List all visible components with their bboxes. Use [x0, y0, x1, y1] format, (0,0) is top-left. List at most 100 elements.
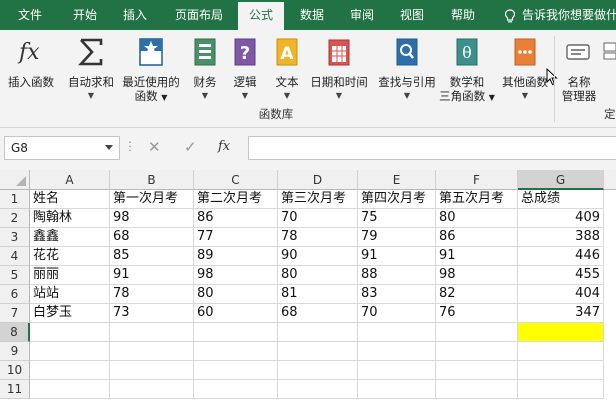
tab-page-layout[interactable]: 页面布局 [162, 0, 236, 30]
column-header-b[interactable]: B [110, 170, 194, 190]
financial-button[interactable]: 财务 ▼ [184, 35, 226, 107]
table-cell[interactable]: 455 [518, 266, 604, 285]
empty-cell[interactable] [358, 361, 436, 380]
empty-cell[interactable] [436, 380, 518, 399]
empty-cell[interactable] [358, 380, 436, 399]
tab-data[interactable]: 数据 [288, 0, 336, 30]
table-cell[interactable]: 85 [110, 247, 194, 266]
empty-cell[interactable] [110, 380, 194, 399]
table-cell[interactable]: 88 [358, 266, 436, 285]
table-cell[interactable]: 80 [278, 266, 358, 285]
table-cell[interactable]: 76 [436, 304, 518, 323]
tab-file[interactable]: 文件 [0, 0, 60, 30]
row-header-1[interactable]: 1 [0, 190, 30, 209]
table-cell[interactable]: 446 [518, 247, 604, 266]
table-cell[interactable]: 77 [194, 228, 278, 247]
table-cell[interactable]: 70 [278, 209, 358, 228]
table-cell[interactable]: 陶翰林 [30, 209, 110, 228]
table-cell[interactable]: 78 [278, 228, 358, 247]
empty-cell[interactable] [194, 342, 278, 361]
column-header-h[interactable] [604, 170, 616, 190]
column-header-a[interactable]: A [30, 170, 110, 190]
table-cell[interactable]: 68 [278, 304, 358, 323]
formula-input[interactable] [248, 136, 616, 160]
empty-cell[interactable] [110, 323, 194, 342]
table-cell[interactable]: 第五次月考 [436, 190, 518, 209]
table-cell[interactable]: 86 [194, 209, 278, 228]
table-cell[interactable]: 花花 [30, 247, 110, 266]
table-cell[interactable]: 388 [518, 228, 604, 247]
column-header-c[interactable]: C [194, 170, 278, 190]
row-header-11[interactable]: 11 [0, 380, 30, 399]
row-header-4[interactable]: 4 [0, 247, 30, 266]
empty-cell[interactable] [518, 380, 604, 399]
table-cell[interactable]: 91 [358, 247, 436, 266]
empty-cell[interactable] [194, 361, 278, 380]
empty-cell[interactable] [436, 323, 518, 342]
empty-cell[interactable] [194, 380, 278, 399]
table-cell[interactable]: 98 [436, 266, 518, 285]
table-cell[interactable]: 91 [110, 266, 194, 285]
table-cell[interactable]: 70 [358, 304, 436, 323]
row-header-6[interactable]: 6 [0, 285, 30, 304]
select-all-button[interactable] [0, 170, 30, 190]
table-cell[interactable]: 白梦玉 [30, 304, 110, 323]
insert-function-button[interactable]: fx 插入函数 [2, 35, 60, 107]
name-manager-button[interactable]: 名称 管理器 [558, 35, 600, 107]
empty-cell[interactable] [278, 361, 358, 380]
empty-cell[interactable] [358, 342, 436, 361]
column-header-f[interactable]: F [436, 170, 518, 190]
empty-cell[interactable] [194, 323, 278, 342]
empty-cell[interactable] [30, 323, 110, 342]
table-cell[interactable]: 79 [358, 228, 436, 247]
column-header-e[interactable]: E [358, 170, 436, 190]
name-box[interactable]: G8 [4, 136, 120, 160]
table-cell[interactable]: 第三次月考 [278, 190, 358, 209]
table-cell[interactable]: 姓名 [30, 190, 110, 209]
empty-cell[interactable] [436, 342, 518, 361]
table-cell[interactable]: 81 [278, 285, 358, 304]
table-cell[interactable]: 98 [194, 266, 278, 285]
recent-functions-button[interactable]: 最近使用的 函数 ▼ [120, 35, 182, 107]
empty-cell[interactable] [110, 361, 194, 380]
selected-cell-g8[interactable] [518, 323, 604, 342]
table-cell[interactable]: 第一次月考 [110, 190, 194, 209]
table-cell[interactable]: 站站 [30, 285, 110, 304]
table-cell[interactable]: 68 [110, 228, 194, 247]
table-cell[interactable]: 409 [518, 209, 604, 228]
empty-cell[interactable] [278, 342, 358, 361]
table-cell[interactable]: 86 [436, 228, 518, 247]
empty-cell[interactable] [278, 323, 358, 342]
table-cell[interactable]: 347 [518, 304, 604, 323]
tab-review[interactable]: 审阅 [338, 0, 386, 30]
table-cell[interactable]: 60 [194, 304, 278, 323]
tab-insert[interactable]: 插入 [110, 0, 160, 30]
row-header-7[interactable]: 7 [0, 304, 30, 323]
table-cell[interactable]: 73 [110, 304, 194, 323]
table-cell[interactable]: 78 [110, 285, 194, 304]
cancel-icon[interactable]: ✕ [148, 138, 161, 156]
table-cell[interactable]: 丽丽 [30, 266, 110, 285]
table-cell[interactable]: 82 [436, 285, 518, 304]
name-box-dropdown-icon[interactable] [105, 145, 113, 150]
tab-home[interactable]: 开始 [60, 0, 110, 30]
table-cell[interactable]: 91 [436, 247, 518, 266]
row-header-8[interactable]: 8 [0, 323, 30, 342]
row-header-9[interactable]: 9 [0, 342, 30, 361]
row-header-10[interactable]: 10 [0, 361, 30, 380]
column-header-g[interactable]: G [518, 170, 604, 190]
autosum-button[interactable]: 自动求和 ▼ [62, 35, 120, 107]
row-header-2[interactable]: 2 [0, 209, 30, 228]
table-cell[interactable]: 98 [110, 209, 194, 228]
row-header-5[interactable]: 5 [0, 266, 30, 285]
more-functions-button[interactable]: 其他函数 ▼ [498, 35, 552, 107]
empty-cell[interactable] [30, 380, 110, 399]
row-header-3[interactable]: 3 [0, 228, 30, 247]
lookup-reference-button[interactable]: 查找与引用 ▼ [372, 35, 442, 107]
table-cell[interactable]: 83 [358, 285, 436, 304]
table-cell[interactable]: 总成绩 [518, 190, 604, 209]
empty-cell[interactable] [30, 361, 110, 380]
enter-icon[interactable]: ✓ [184, 138, 197, 156]
table-cell[interactable]: 75 [358, 209, 436, 228]
empty-cell[interactable] [278, 380, 358, 399]
